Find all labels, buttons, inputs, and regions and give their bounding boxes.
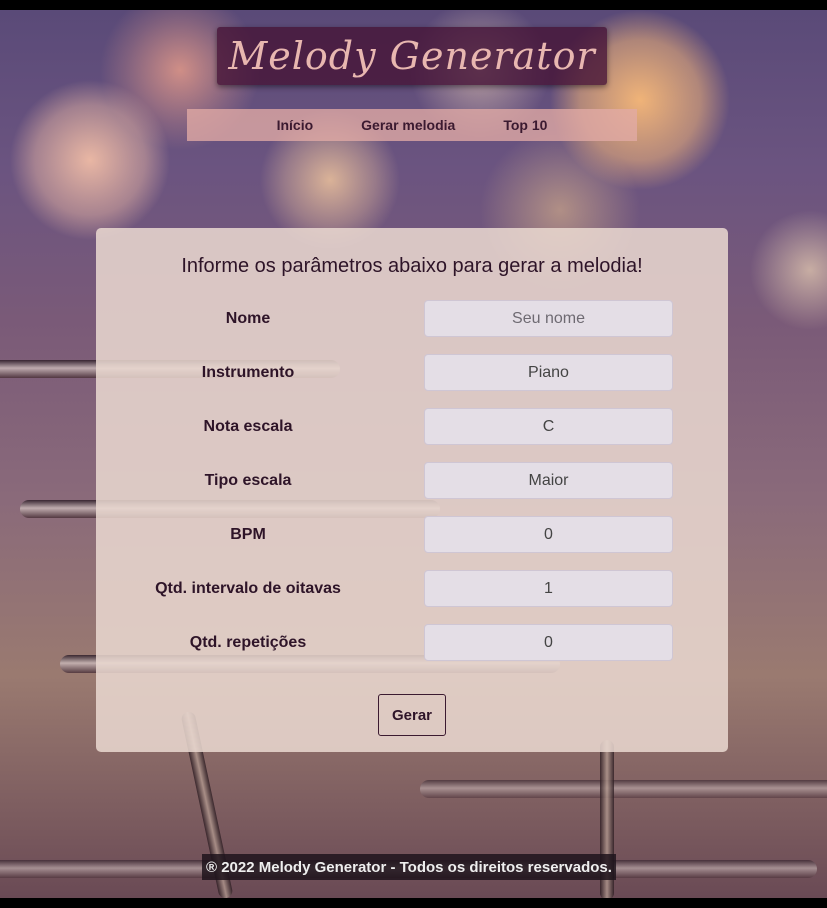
field-row-nome: Nome: [96, 300, 728, 338]
gerar-button[interactable]: Gerar: [378, 694, 446, 736]
footer: ® 2022 Melody Generator - Todos os direi…: [202, 854, 616, 880]
melody-form: Informe os parâmetros abaixo para gerar …: [96, 228, 728, 752]
oitavas-input[interactable]: [424, 570, 673, 607]
nav-top-10[interactable]: Top 10: [503, 117, 547, 133]
tipo-escala-input[interactable]: [424, 462, 673, 499]
field-row-oitavas: Qtd. intervalo de oitavas: [96, 570, 728, 608]
app-title: Melody Generator: [228, 34, 596, 78]
repeticoes-label: Qtd. repetições: [189, 634, 307, 651]
instrumento-input[interactable]: [424, 354, 673, 391]
field-row-instrumento: Instrumento: [96, 354, 728, 392]
background-bar: [420, 780, 827, 798]
field-row-nota-escala: Nota escala: [96, 408, 728, 446]
oitavas-label: Qtd. intervalo de oitavas: [155, 580, 341, 597]
tipo-escala-label: Tipo escala: [204, 472, 292, 489]
nome-input[interactable]: [424, 300, 673, 337]
background-image: Melody Generator Início Gerar melodia To…: [0, 10, 827, 898]
field-row-bpm: BPM: [96, 516, 728, 554]
nav-gerar-melodia[interactable]: Gerar melodia: [361, 117, 455, 133]
nav-inicio[interactable]: Início: [277, 117, 314, 133]
nota-escala-input[interactable]: [424, 408, 673, 445]
bpm-input[interactable]: [424, 516, 673, 553]
footer-text: ® 2022 Melody Generator - Todos os direi…: [206, 858, 612, 876]
field-row-tipo-escala: Tipo escala: [96, 462, 728, 500]
repeticoes-input[interactable]: [424, 624, 673, 661]
field-row-repeticoes: Qtd. repetições: [96, 624, 728, 662]
top-nav: Início Gerar melodia Top 10: [187, 109, 637, 141]
bpm-label: BPM: [230, 526, 266, 543]
form-heading: Informe os parâmetros abaixo para gerar …: [181, 255, 643, 277]
logo-banner: Melody Generator: [217, 27, 607, 85]
nota-escala-label: Nota escala: [203, 418, 293, 435]
instrumento-label: Instrumento: [201, 364, 295, 381]
nome-label: Nome: [225, 310, 271, 327]
